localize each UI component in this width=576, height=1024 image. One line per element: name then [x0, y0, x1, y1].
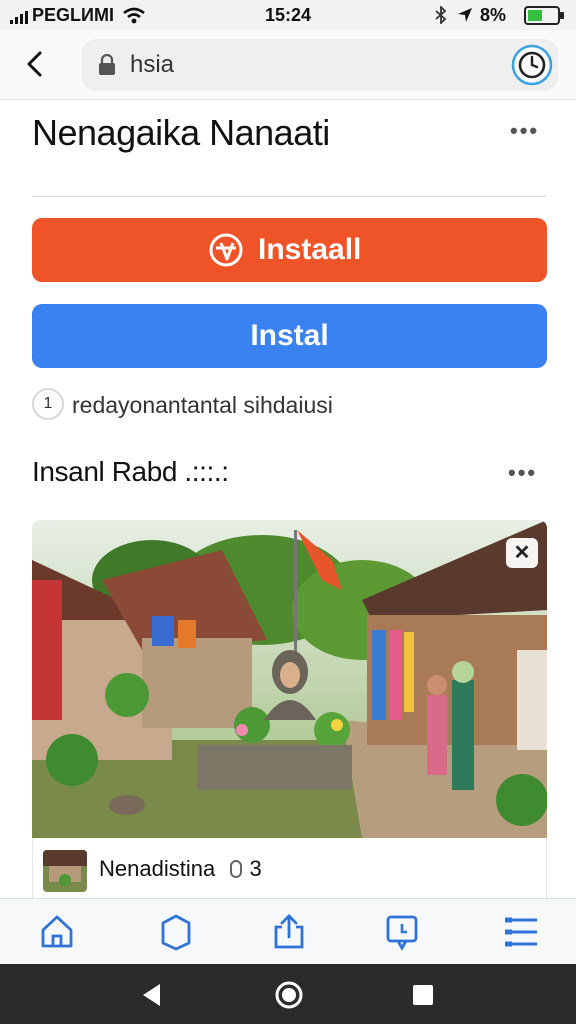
- timer-button[interactable]: [510, 43, 554, 87]
- page-title: Nenagaika Nanaati: [32, 112, 330, 153]
- section-more-button[interactable]: •••: [508, 460, 537, 486]
- caption-text: Nenadistina 3: [99, 856, 262, 882]
- bluetooth-icon: [435, 6, 447, 24]
- status-bar: PEGLИMI 15:24 8%: [0, 0, 576, 30]
- more-dots-icon: •••: [510, 118, 540, 143]
- tabs-button[interactable]: [384, 913, 422, 951]
- install-secondary-button[interactable]: Instal: [32, 304, 547, 368]
- back-arrow-icon: [27, 51, 42, 77]
- more-dots-icon: •••: [508, 460, 538, 485]
- nav-recents-button[interactable]: [412, 984, 434, 1006]
- back-button[interactable]: [18, 46, 54, 82]
- nav-home-button[interactable]: [274, 980, 304, 1010]
- village-scene-image: [32, 520, 547, 838]
- install-primary-label: Instaall: [258, 233, 362, 266]
- info-text: redayonantantal sihdaiusi: [72, 392, 333, 418]
- share-icon: [274, 914, 304, 949]
- lock-icon: [99, 54, 115, 75]
- home-circle-inner-icon: [282, 988, 296, 1002]
- photo-close-button[interactable]: ✕: [506, 538, 538, 568]
- bookmark-icon: [161, 914, 191, 951]
- location-icon: [458, 8, 472, 22]
- caption-count: 3: [249, 856, 262, 881]
- section-title: Insanl Rabd .:::.:: [32, 456, 229, 487]
- back-triangle-icon: [143, 984, 160, 1006]
- browser-toolbar: hsia: [0, 30, 576, 100]
- title-more-button[interactable]: •••: [510, 118, 539, 144]
- info-row: 1 redayonantantal sihdaiusi: [32, 388, 547, 422]
- bottom-toolbar: [0, 898, 576, 964]
- divider: [32, 196, 546, 197]
- system-nav-bar: [0, 964, 576, 1024]
- share-button[interactable]: [270, 913, 308, 951]
- caption-title: Nenadistina: [99, 856, 216, 881]
- recents-square-icon: [413, 985, 433, 1005]
- battery-icon: [524, 6, 564, 25]
- battery-percent: 8%: [480, 5, 507, 25]
- menu-icon: [505, 917, 537, 947]
- app-logo-icon: [209, 233, 243, 267]
- tabs-icon: [386, 915, 418, 951]
- url-field[interactable]: hsia: [82, 39, 558, 91]
- nav-back-button[interactable]: [140, 982, 164, 1008]
- clip-icon: [230, 860, 243, 878]
- caption-thumbnail: [43, 850, 87, 892]
- home-button[interactable]: [38, 913, 76, 951]
- menu-button[interactable]: [502, 913, 540, 951]
- bookmark-button[interactable]: [157, 913, 195, 951]
- info-badge: 1: [32, 388, 64, 420]
- url-text: hsia: [130, 51, 175, 78]
- photo-caption[interactable]: Nenadistina 3: [32, 838, 547, 900]
- install-primary-button[interactable]: Instaall: [32, 218, 547, 282]
- thumbnail-image: [43, 850, 87, 892]
- timer-icon: [511, 44, 553, 86]
- home-icon: [41, 915, 73, 948]
- village-photo[interactable]: ✕: [32, 520, 547, 838]
